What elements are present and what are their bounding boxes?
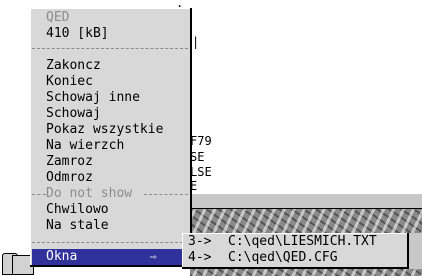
menu-item-odmroz[interactable]: Odmroz: [46, 170, 93, 186]
submenu-item-qed-cfg[interactable]: C:\qed\QED.CFG: [228, 250, 338, 266]
menu-item-okna-label: Okna: [46, 249, 78, 264]
do-not-show-heading: Do not show: [46, 186, 133, 201]
submenu-item-number: 3->: [188, 234, 212, 249]
background-editor-line-3: LSE: [190, 165, 212, 179]
menu-header-app-name: QED: [46, 10, 70, 25]
menu-header-memory-size: 410 [kB]: [46, 26, 109, 41]
do-not-show-separator: Do not show: [32, 186, 188, 202]
menu-item-chwilowo[interactable]: Chwilowo: [46, 202, 109, 218]
menu-item-schowaj[interactable]: Schowaj: [46, 106, 101, 122]
menu-item-koniec[interactable]: Koniec: [46, 74, 93, 90]
background-editor-line-1: F79: [190, 134, 212, 148]
desktop-scrollbar[interactable]: [408, 233, 422, 269]
menu-separator: [32, 48, 188, 49]
desktop-window-edge: [190, 193, 422, 209]
app-context-menu: QED 410 [kB] Zakoncz Koniec Schowaj inne…: [30, 8, 192, 267]
menu-item-schowaj-inne[interactable]: Schowaj inne: [46, 90, 140, 106]
menu-item-na-stale[interactable]: Na stale: [46, 218, 109, 234]
background-editor-marker: |: [192, 35, 200, 49]
menu-item-na-wierzch[interactable]: Na wierzch: [46, 138, 124, 154]
menu-separator-bottom: [32, 242, 188, 243]
submenu-item-liesmich[interactable]: C:\qed\LIESMICH.TXT: [228, 234, 377, 250]
menu-item-pokaz-wszystkie[interactable]: Pokaz wszystkie: [46, 122, 163, 138]
background-editor-line-2: SE: [190, 150, 205, 164]
menu-item-zakoncz[interactable]: Zakoncz: [46, 58, 101, 74]
menu-item-zamroz[interactable]: Zamroz: [46, 154, 93, 170]
windows-submenu: 3-> C:\qed\LIESMICH.TXT 4-> C:\qed\QED.C…: [182, 233, 409, 269]
submenu-arrow-icon: ⇨: [150, 250, 157, 263]
menu-item-okna[interactable]: Okna ⇨: [32, 249, 186, 265]
submenu-item-number: 4->: [188, 250, 212, 265]
